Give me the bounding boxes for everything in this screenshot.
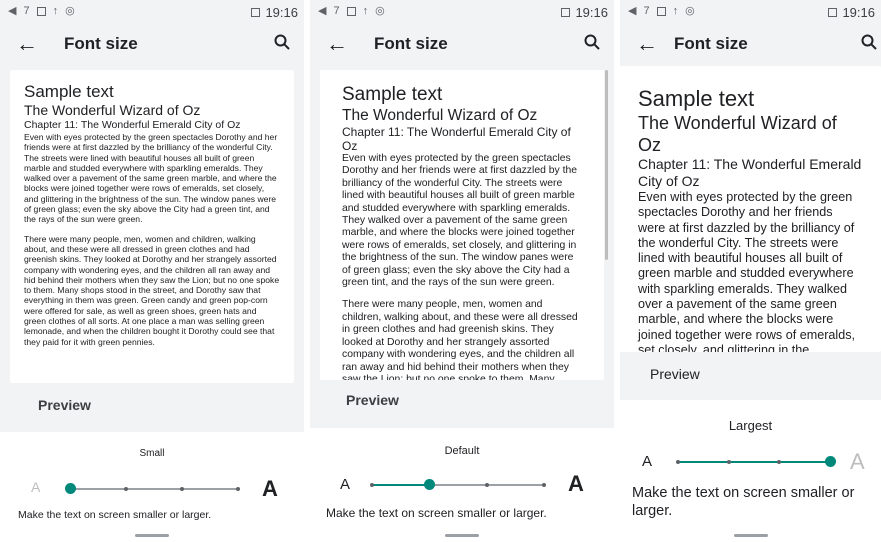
cast-icon: ◎ bbox=[375, 5, 385, 17]
slider-tick bbox=[676, 460, 680, 464]
status-bar: ◀ 7 ↑ ◎ 19:16 bbox=[0, 0, 304, 24]
book-title: The Wonderful Wizard of Oz bbox=[24, 102, 201, 118]
page-title: Font size bbox=[374, 34, 448, 53]
status-bar: ◀ 7 ↑ ◎ 19:16 bbox=[620, 0, 881, 24]
font-size-slider[interactable] bbox=[676, 455, 836, 469]
slider-tick bbox=[484, 483, 489, 487]
signal-count: 7 bbox=[23, 5, 30, 17]
preview-label: Preview bbox=[346, 392, 399, 408]
arrow-back-icon[interactable]: ← bbox=[326, 32, 348, 56]
hint-text: Make the text on screen smaller or large… bbox=[326, 506, 547, 520]
slider-tick bbox=[542, 483, 546, 487]
size-level-label: Small bbox=[139, 448, 165, 459]
preview-label: Preview bbox=[38, 397, 91, 413]
status-bar: ◀ 7 ↑ ◎ 19:16 bbox=[310, 0, 614, 24]
image-icon bbox=[36, 6, 46, 16]
sample-heading: Sample text bbox=[638, 86, 755, 111]
hint-text: Make the text on screen smaller or large… bbox=[18, 509, 212, 521]
chapter-title: Chapter 11: The Wonderful Emerald City o… bbox=[24, 119, 241, 131]
cast-icon: ◎ bbox=[685, 5, 695, 17]
slider-tick bbox=[370, 483, 374, 487]
preview-card: Sample text The Wonderful Wizard of Oz C… bbox=[10, 70, 294, 383]
book-title: The Wonderful Wizard of Oz bbox=[638, 113, 837, 155]
decrease-size-icon[interactable]: A bbox=[642, 453, 652, 470]
status-time: 19:16 bbox=[842, 5, 875, 20]
sample-paragraph-1: Even with eyes protected by the green sp… bbox=[342, 153, 578, 289]
app-bar: ← Font size bbox=[0, 24, 304, 66]
preview-card: Sample text The Wonderful Wizard of Oz C… bbox=[620, 66, 881, 352]
page-title: Font size bbox=[64, 34, 138, 53]
upload-icon: ↑ bbox=[672, 5, 679, 17]
volume-icon: ◀ bbox=[8, 5, 17, 17]
page-title: Font size bbox=[674, 34, 748, 53]
increase-size-icon[interactable]: A bbox=[850, 449, 865, 475]
slider-tick bbox=[777, 460, 782, 464]
slider-tick bbox=[236, 487, 240, 491]
sample-paragraph-2: There were many people, men, women and c… bbox=[342, 299, 578, 380]
app-bar: ← Font size bbox=[310, 24, 614, 66]
sample-paragraph-1: Even with eyes protected by the green sp… bbox=[24, 132, 278, 225]
size-level-label: Default bbox=[444, 445, 480, 457]
slider-tick bbox=[124, 487, 128, 491]
cast-icon: ◎ bbox=[65, 5, 75, 17]
scrollbar[interactable] bbox=[605, 70, 608, 260]
volume-icon: ◀ bbox=[318, 5, 327, 17]
signal-count: 7 bbox=[333, 5, 340, 17]
upload-icon: ↑ bbox=[362, 5, 369, 17]
chapter-title: Chapter 11: The Wonderful Emerald City o… bbox=[342, 125, 571, 153]
size-level-label: Largest bbox=[728, 418, 773, 433]
search-icon[interactable] bbox=[584, 34, 600, 50]
arrow-back-icon[interactable]: ← bbox=[636, 32, 658, 56]
size-controls: Default A A Make the text on screen smal… bbox=[310, 428, 614, 542]
search-icon[interactable] bbox=[861, 34, 877, 50]
nav-handle[interactable] bbox=[445, 534, 479, 537]
font-size-slider[interactable] bbox=[64, 482, 240, 496]
font-size-slider[interactable] bbox=[370, 478, 546, 492]
nav-handle[interactable] bbox=[135, 534, 169, 537]
size-controls: Small A A Make the text on screen smalle… bbox=[0, 432, 304, 542]
search-icon[interactable] bbox=[274, 34, 290, 50]
size-controls: Largest A A Make the text on screen smal… bbox=[620, 400, 881, 542]
battery-saver-icon bbox=[561, 8, 571, 17]
decrease-size-icon[interactable]: A bbox=[31, 479, 40, 495]
status-time: 19:16 bbox=[265, 5, 298, 20]
arrow-back-icon[interactable]: ← bbox=[16, 32, 38, 56]
nav-handle[interactable] bbox=[733, 534, 768, 537]
slider-tick bbox=[180, 487, 184, 491]
slider-thumb[interactable] bbox=[64, 483, 76, 494]
sample-heading: Sample text bbox=[342, 84, 443, 105]
battery-saver-icon bbox=[828, 8, 838, 17]
upload-icon: ↑ bbox=[52, 5, 59, 17]
sample-paragraph-2: There were many people, men, women and c… bbox=[24, 233, 280, 347]
battery-saver-icon bbox=[251, 8, 261, 17]
hint-text: Make the text on screen smaller or large… bbox=[632, 485, 855, 519]
signal-count: 7 bbox=[643, 5, 650, 17]
book-title: The Wonderful Wizard of Oz bbox=[342, 107, 538, 124]
status-time: 19:16 bbox=[575, 5, 608, 20]
font-size-screen-default: ◀ 7 ↑ ◎ 19:16 ← Font size Sample text Th… bbox=[310, 0, 614, 542]
decrease-size-icon[interactable]: A bbox=[340, 476, 350, 493]
image-icon bbox=[656, 6, 666, 16]
app-bar: ← Font size bbox=[620, 24, 881, 66]
slider-thumb[interactable] bbox=[423, 479, 435, 490]
image-icon bbox=[346, 6, 356, 16]
sample-heading: Sample text bbox=[24, 82, 114, 101]
increase-size-icon[interactable]: A bbox=[262, 476, 278, 502]
font-size-screen-largest: ◀ 7 ↑ ◎ 19:16 ← Font size Sample text Th… bbox=[620, 0, 881, 542]
preview-label: Preview bbox=[650, 366, 700, 382]
sample-paragraph-1: Even with eyes protected by the green sp… bbox=[638, 190, 856, 352]
slider-thumb[interactable] bbox=[824, 456, 836, 467]
font-size-screen-small: ◀ 7 ↑ ◎ 19:16 ← Font size Sample text Th… bbox=[0, 0, 304, 542]
volume-icon: ◀ bbox=[628, 5, 637, 17]
chapter-title: Chapter 11: The Wonderful Emerald City o… bbox=[638, 156, 862, 189]
preview-card: Sample text The Wonderful Wizard of Oz C… bbox=[320, 70, 604, 380]
increase-size-icon[interactable]: A bbox=[568, 471, 584, 497]
slider-tick bbox=[726, 460, 731, 464]
